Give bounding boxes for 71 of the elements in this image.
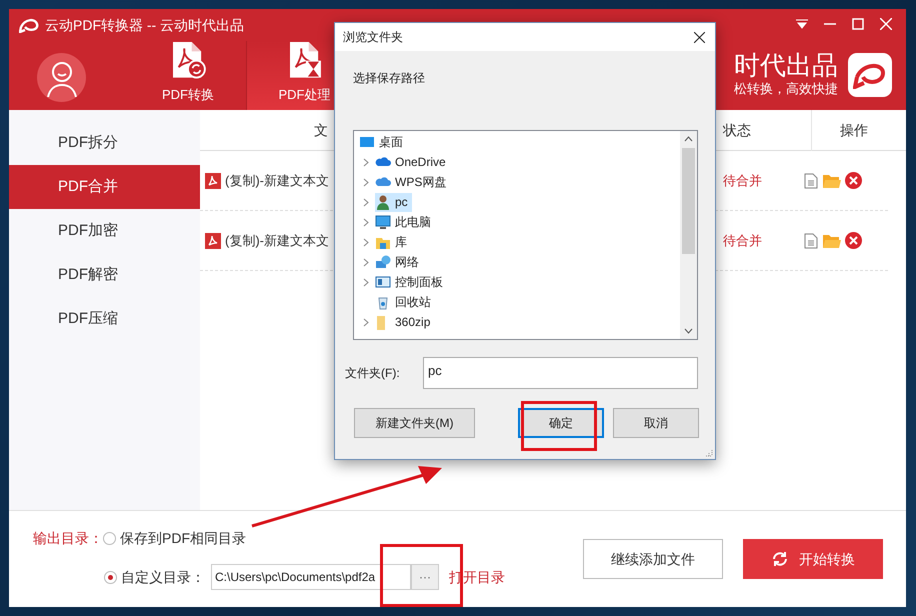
chevron-right-icon[interactable] xyxy=(363,198,369,206)
sidebar-item[interactable]: PDF拆分 xyxy=(9,121,200,165)
add-files-button[interactable]: 继续添加文件 xyxy=(583,539,723,579)
folder-icon[interactable] xyxy=(823,234,841,248)
chevron-right-icon[interactable] xyxy=(363,318,369,326)
sidebar-item[interactable]: PDF加密 xyxy=(9,209,200,253)
chevron-right-icon[interactable] xyxy=(363,158,369,166)
folder-name-field[interactable]: pc xyxy=(423,357,698,389)
monitor-icon xyxy=(375,214,391,230)
tree-item[interactable]: 此电脑 xyxy=(375,212,435,232)
tree-item[interactable]: 控制面板 xyxy=(375,272,447,292)
column-header: 状态 xyxy=(723,120,751,140)
start-convert-button[interactable]: 开始转换 xyxy=(743,539,883,579)
brand-slogan: 松转换，高效快捷 xyxy=(734,80,838,98)
tree-item[interactable]: OneDrive xyxy=(375,152,450,172)
chevron-right-icon[interactable] xyxy=(363,238,369,246)
chevron-right-icon[interactable] xyxy=(363,258,369,266)
brand-logo-icon xyxy=(848,52,892,97)
desktop-icon xyxy=(359,134,375,150)
scroll-down-icon[interactable] xyxy=(684,328,693,334)
chevron-right-icon[interactable] xyxy=(363,218,369,226)
folder-label: 文件夹(F): xyxy=(345,365,401,382)
status-text: 待合并 xyxy=(723,172,762,190)
tree-item[interactable]: pc xyxy=(375,192,412,212)
maximize-icon[interactable] xyxy=(852,18,864,30)
tree-item[interactable]: 库 xyxy=(375,232,411,252)
radio-option[interactable]: 自定义目录： xyxy=(104,566,205,588)
document-icon[interactable] xyxy=(804,172,818,188)
tree-item[interactable]: WPS网盘 xyxy=(375,172,450,192)
tree-item[interactable]: 桌面 xyxy=(359,132,407,152)
tree-item[interactable]: 网络 xyxy=(375,252,423,272)
document-icon[interactable] xyxy=(804,232,818,248)
radio-option[interactable]: 保存到PDF相同目录 xyxy=(103,528,246,549)
close-icon[interactable] xyxy=(694,32,705,42)
pdf-file-icon xyxy=(205,232,221,248)
sidebar-item[interactable]: PDF压缩 xyxy=(9,297,200,341)
path-field[interactable]: C:\Users\pc\Documents\pdf2a xyxy=(211,564,411,590)
app-logo-icon xyxy=(19,17,39,33)
scroll-up-icon[interactable] xyxy=(684,136,693,142)
dialog-button[interactable]: 新建文件夹(M) xyxy=(354,408,475,438)
file-name: (复制)-新建文本文 xyxy=(225,172,329,190)
scrollbar[interactable] xyxy=(680,131,697,339)
chevron-right-icon[interactable] xyxy=(363,278,369,286)
delete-icon[interactable] xyxy=(845,172,862,189)
avatar-icon[interactable] xyxy=(37,53,86,102)
chevron-right-icon[interactable] xyxy=(363,178,369,186)
toolbar-tab[interactable]: PDF转换 xyxy=(130,41,246,110)
column-header: 文 xyxy=(314,120,328,140)
column-header: 操作 xyxy=(811,110,868,150)
sidebar-item[interactable]: PDF合并 xyxy=(9,165,200,209)
user-icon xyxy=(375,194,391,210)
dialog-button[interactable]: 确定 xyxy=(518,408,604,438)
brand-title: 时代出品 xyxy=(734,51,838,79)
file-name: (复制)-新建文本文 xyxy=(225,232,329,250)
tree-item[interactable]: 回收站 xyxy=(375,292,435,312)
delete-icon[interactable] xyxy=(845,232,862,249)
sidebar-item[interactable]: PDF解密 xyxy=(9,253,200,297)
network-icon xyxy=(375,254,391,270)
scrollbar-thumb[interactable] xyxy=(682,148,695,254)
pdf-file-icon xyxy=(205,172,221,188)
resize-grip-icon xyxy=(705,449,713,457)
tree-item[interactable]: 360zip xyxy=(375,312,434,332)
dialog-button[interactable]: 取消 xyxy=(613,408,699,438)
output-label: 输出目录： xyxy=(33,529,103,548)
window-title: 云动PDF转换器 -- 云动时代出品 xyxy=(45,16,244,34)
refresh-icon xyxy=(771,550,789,568)
status-text: 待合并 xyxy=(723,232,762,250)
folder-icon[interactable] xyxy=(823,174,841,188)
dropdown-menu-icon[interactable] xyxy=(796,19,808,29)
browse-button[interactable]: ··· xyxy=(411,564,439,590)
panel-icon xyxy=(375,274,391,290)
